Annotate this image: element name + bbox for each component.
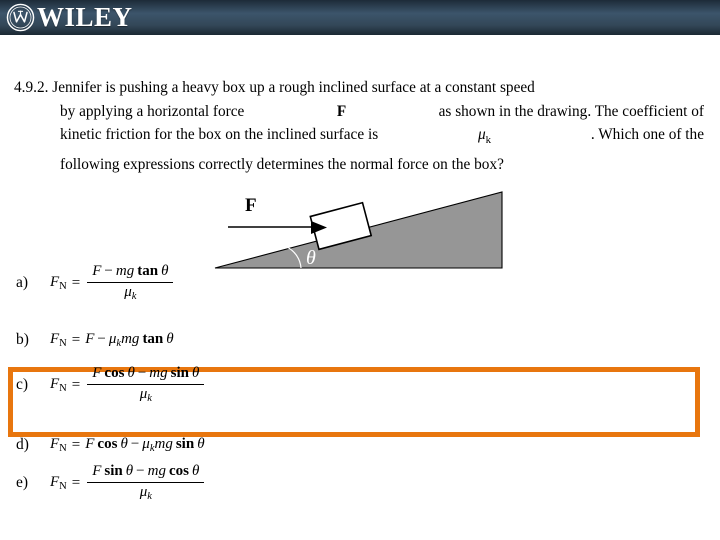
option-c-expression: FN = F cos θ − mg sin θ μk (50, 365, 206, 404)
app-header: WILEY (0, 0, 720, 35)
question-line-1-text: 4.9.2. Jennifer is pushing a heavy box u… (14, 79, 535, 96)
math-token: θ (192, 365, 200, 382)
math-token: θ (161, 263, 169, 280)
option-c-fraction: F cos θ − mg sin θ μk (87, 365, 205, 405)
math-token: μ (142, 436, 150, 453)
option-d-expression: FN = F cos θ − μkmg sin θ (50, 436, 205, 454)
fraction-denominator: μk (135, 483, 157, 503)
option-a-expression: FN = F − mg tan θ μk (50, 263, 175, 302)
force-label: F (245, 195, 257, 216)
math-token: F (92, 463, 102, 480)
wiley-circle-monogram-icon (6, 3, 35, 32)
math-token: θ (127, 365, 135, 382)
force-arrow (228, 221, 327, 234)
option-b-letter: b) (16, 331, 29, 348)
question-line-3-partb: . Which one of the (590, 126, 704, 143)
math-token: − (104, 263, 113, 280)
option-e-expression: FN = F sin θ − mg cos θ μk (50, 463, 206, 502)
question-line-2: by applying a horizontal force F as show… (14, 100, 704, 124)
math-token: mg (154, 436, 173, 453)
question-line-4-text: following expressions correctly determin… (60, 155, 504, 173)
angle-label: θ (306, 247, 316, 269)
normal-force-symbol: FN (50, 474, 67, 492)
math-token: mg (115, 263, 135, 280)
math-token: − (136, 463, 145, 480)
inclined-plane-diagram: θ F (205, 185, 515, 275)
math-token: k (147, 392, 152, 404)
math-token: k (131, 290, 137, 302)
math-token: F (85, 436, 95, 453)
math-token: − (97, 331, 106, 348)
math-token: θ (192, 463, 200, 480)
normal-force-symbol: FN (50, 331, 67, 349)
math-token: cos (169, 463, 189, 480)
math-token: F (92, 365, 102, 382)
math-token: tan (142, 331, 164, 348)
math-token: θ (197, 436, 205, 453)
math-token: tan (137, 263, 159, 280)
fraction-numerator: F sin θ − mg cos θ (87, 463, 205, 483)
equals-sign: = (71, 376, 81, 393)
normal-force-symbol: FN (50, 274, 67, 292)
equals-sign: = (71, 331, 81, 348)
question-line-3-parta: kinetic friction for the box on the incl… (60, 126, 379, 143)
option-b-expression: FN = F − μkmg tan θ (50, 331, 174, 349)
math-token: θ (166, 331, 174, 348)
option-e-fraction: F sin θ − mg cos θ μk (87, 463, 205, 503)
equals-sign: = (71, 274, 81, 291)
question-line-2-parta: by applying a horizontal force (60, 102, 245, 120)
math-token: mg (149, 365, 168, 382)
question-line-1: 4.9.2. Jennifer is pushing a heavy box u… (14, 76, 704, 100)
question-line-2-partb: as shown in the drawing. The coefficient… (438, 102, 704, 120)
fraction-numerator: F cos θ − mg sin θ (87, 365, 205, 385)
question-line-3: kinetic friction for the box on the incl… (14, 123, 704, 153)
equals-sign: = (71, 474, 81, 491)
fraction-numerator: F − mg tan θ (87, 263, 174, 283)
option-d-letter: d) (16, 436, 29, 453)
fraction-denominator: μk (119, 283, 141, 303)
question-text: 4.9.2. Jennifer is pushing a heavy box u… (14, 76, 704, 176)
math-token: − (130, 436, 140, 453)
option-a-fraction: F − mg tan θ μk (87, 263, 174, 303)
mu-k-symbol: μk (477, 126, 492, 147)
math-token: mg (121, 331, 140, 348)
option-e-letter: e) (16, 474, 29, 491)
normal-force-symbol: FN (50, 436, 67, 454)
math-token: cos (104, 365, 125, 382)
math-token: mg (147, 463, 166, 480)
option-c-letter: c) (16, 376, 29, 393)
equals-sign: = (71, 436, 81, 453)
normal-force-symbol: FN (50, 376, 67, 394)
fraction-denominator: μk (135, 385, 157, 405)
question-line-4: following expressions correctly determin… (14, 153, 704, 177)
math-token: k (147, 490, 152, 502)
math-token: μ (124, 283, 132, 300)
math-token: sin (175, 436, 195, 453)
math-token: cos (97, 436, 118, 453)
inline-expression: F cos θ − μkmg sin θ (85, 436, 204, 454)
option-a-letter: a) (16, 274, 29, 291)
math-token: − (137, 365, 147, 382)
math-token: θ (120, 436, 128, 453)
inline-expression: F − μkmg tan θ (85, 331, 173, 349)
math-token: sin (104, 463, 123, 480)
math-token: sin (170, 365, 189, 382)
force-symbol-inline: F (336, 102, 347, 120)
wiley-logo: WILEY (6, 1, 133, 34)
brand-name: WILEY (37, 2, 133, 32)
